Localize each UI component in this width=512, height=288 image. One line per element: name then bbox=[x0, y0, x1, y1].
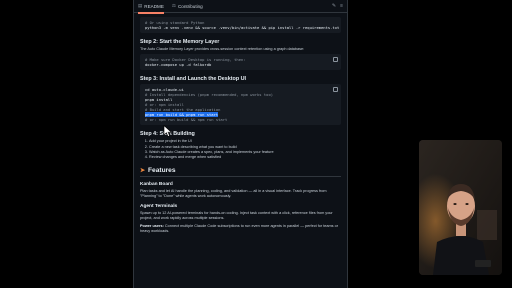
code-line: docker-compose up -d falkordb bbox=[145, 62, 212, 68]
kanban-description: Plan tasks and let AI handle the plannin… bbox=[140, 188, 327, 199]
terminals-description: Spawn up to 12 AI-powered terminals for … bbox=[140, 211, 333, 221]
code-block-python-setup: # Or using standard Python python3 -m ve… bbox=[140, 17, 341, 33]
code-line: python3 -m venv .venv && source .venv/bi… bbox=[145, 25, 340, 30]
features-heading-text: Features bbox=[148, 166, 176, 174]
rocket-icon: ➤ bbox=[140, 167, 146, 174]
copy-icon[interactable] bbox=[333, 87, 338, 93]
copy-icon[interactable] bbox=[333, 57, 338, 63]
kanban-heading: Kanban Board bbox=[140, 181, 173, 187]
step2-description: The Auto Claude Memory Layer provides cr… bbox=[140, 47, 305, 51]
mouse-pointer-icon bbox=[163, 125, 172, 137]
screen-background: ▤ README ⚖ Contributing ✎ ≡ # Or using s… bbox=[0, 0, 512, 288]
webcam-overlay bbox=[419, 140, 502, 275]
code-line: # or: npm run build && npm run start bbox=[145, 117, 228, 123]
logo-badge bbox=[475, 260, 491, 267]
power-users-paragraph: Power users: Connect multiple Claude Cod… bbox=[140, 224, 341, 234]
tab-readme[interactable]: ▤ README bbox=[138, 0, 164, 14]
readme-content: # Or using standard Python python3 -m ve… bbox=[134, 13, 347, 234]
edit-icon[interactable]: ✎ bbox=[332, 3, 336, 9]
step4-list: Add your project in the UI Create a new … bbox=[149, 139, 341, 161]
power-users-text: Connect multiple Claude Code subscriptio… bbox=[140, 223, 338, 233]
readme-window: ▤ README ⚖ Contributing ✎ ≡ # Or using s… bbox=[133, 0, 348, 288]
code-block-docker: # Make sure Docker Desktop is running, t… bbox=[140, 54, 341, 71]
tab-contributing[interactable]: ⚖ Contributing bbox=[172, 0, 203, 13]
tab-readme-label: README bbox=[144, 3, 164, 9]
book-icon: ▤ bbox=[138, 3, 143, 8]
outline-icon[interactable]: ≡ bbox=[340, 3, 343, 9]
step3-heading: Step 3: Install and Launch the Desktop U… bbox=[140, 76, 247, 83]
list-item: Review changes and merge when satisfied bbox=[149, 155, 341, 160]
terminals-heading: Agent Terminals bbox=[140, 204, 178, 210]
features-heading: ➤ Features bbox=[140, 167, 341, 177]
code-block-ui-install: cd auto-claude-ui # Install dependencies… bbox=[140, 84, 341, 126]
tab-contributing-label: Contributing bbox=[177, 3, 203, 9]
readme-tab-bar: ▤ README ⚖ Contributing ✎ ≡ bbox=[134, 0, 347, 14]
power-users-label: Power users: bbox=[140, 223, 164, 228]
presenter-video bbox=[419, 140, 502, 275]
scale-icon: ⚖ bbox=[171, 3, 176, 8]
step2-heading: Step 2: Start the Memory Layer bbox=[140, 39, 220, 45]
